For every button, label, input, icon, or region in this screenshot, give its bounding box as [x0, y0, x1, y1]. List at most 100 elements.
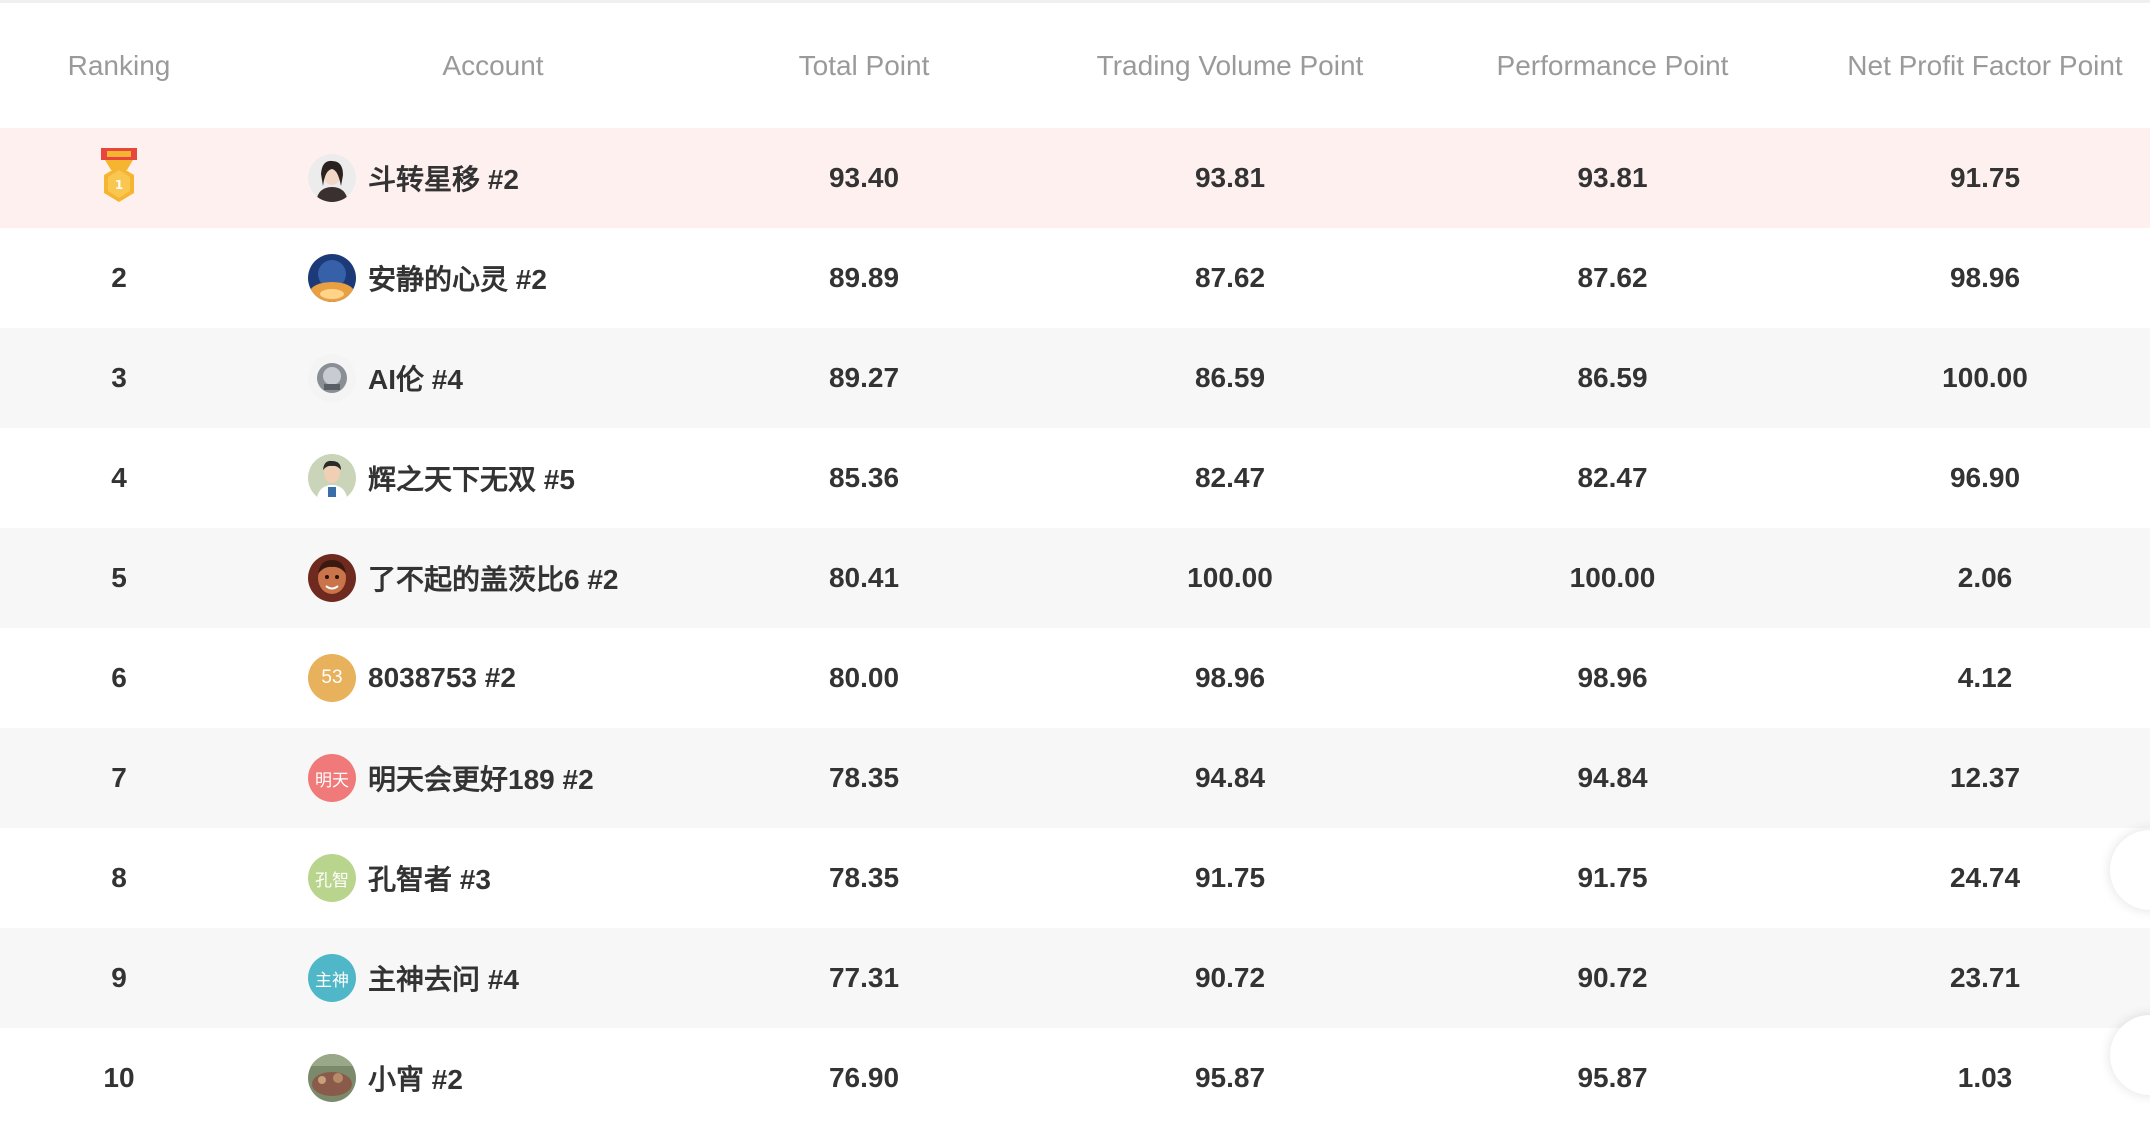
table-row[interactable]: 4 辉之天下无双 #5 85.36 82.47 82.47 96.90: [0, 428, 2150, 528]
account-name: AI伦 #4: [368, 364, 463, 395]
table-row[interactable]: 1 斗转星移 #2 93.40 93.81 93.81 91.75: [0, 128, 2150, 228]
gold-medal-icon: 1: [101, 148, 137, 202]
net-profit-factor-point-cell: 24.74: [1949, 862, 2021, 893]
total-point-cell: 93.40: [828, 162, 900, 193]
photo-avatar-icon: [308, 154, 356, 202]
performance-point-cell: 94.84: [1577, 762, 1648, 793]
table-row[interactable]: 9 主神 主神去问 #4 77.31 90.72 90.72 23.71: [0, 928, 2150, 1028]
text-avatar-icon: 主神: [308, 954, 356, 1002]
account-cell[interactable]: 孔智 孔智者 #3: [238, 828, 748, 928]
account-cell[interactable]: 了不起的盖茨比6 #2: [238, 528, 748, 628]
header-net-profit-factor-point: Net Profit Factor Point: [1847, 49, 2123, 81]
trading-volume-point-cell: 91.75: [1194, 862, 1266, 893]
account-cell[interactable]: 斗转星移 #2: [238, 128, 748, 228]
trading-volume-point-cell: 87.62: [1194, 262, 1266, 293]
total-point-cell: 80.41: [828, 562, 900, 593]
account-name: 辉之天下无双 #5: [368, 464, 575, 495]
performance-point-cell: 82.47: [1577, 462, 1648, 493]
account-cell[interactable]: 辉之天下无双 #5: [238, 428, 748, 528]
net-profit-factor-point-cell: 100.00: [1942, 362, 2028, 393]
table-header: Ranking Account Total Point Trading Volu…: [0, 3, 2150, 128]
account-cell[interactable]: 小宵 #2: [238, 1028, 748, 1128]
table-row[interactable]: 7 明天 明天会更好189 #2 78.35 94.84 94.84 12.37: [0, 728, 2150, 828]
table-row[interactable]: 8 孔智 孔智者 #3 78.35 91.75 91.75 24.74: [0, 828, 2150, 928]
total-point-cell: 77.31: [828, 962, 900, 993]
performance-point-cell: 98.96: [1577, 662, 1648, 693]
photo-avatar-icon: [308, 354, 356, 402]
account-name: 了不起的盖茨比6 #2: [368, 564, 619, 595]
account-name: 明天会更好189 #2: [368, 764, 594, 795]
account-name: 8038753 #2: [368, 662, 516, 693]
net-profit-factor-point-cell: 12.37: [1949, 762, 2021, 793]
net-profit-factor-point-cell: 4.12: [1957, 662, 2013, 693]
performance-point-cell: 93.81: [1577, 162, 1648, 193]
photo-avatar-icon: [308, 554, 356, 602]
rank-cell: 3: [111, 362, 127, 393]
account-name: 小宵 #2: [368, 1064, 463, 1095]
header-total-point: Total Point: [798, 49, 930, 81]
svg-text:1: 1: [115, 178, 123, 192]
performance-point-cell: 90.72: [1577, 962, 1648, 993]
account-name: 孔智者 #3: [368, 864, 491, 895]
text-avatar-icon: 53: [308, 654, 356, 702]
rank-cell: 1: [0, 128, 238, 228]
account-name: 主神去问 #4: [368, 964, 519, 995]
performance-point-cell: 95.87: [1577, 1062, 1648, 1093]
account-cell[interactable]: 主神 主神去问 #4: [238, 928, 748, 1028]
account-name: 斗转星移 #2: [368, 164, 519, 195]
table-row[interactable]: 10 小宵 #2 76.90 95.87 95.87 1.03: [0, 1028, 2150, 1128]
total-point-cell: 89.27: [828, 362, 900, 393]
header-ranking: Ranking: [67, 49, 171, 81]
rank-cell: 5: [111, 562, 127, 593]
total-point-cell: 78.35: [828, 762, 900, 793]
rank-cell: 2: [111, 262, 127, 293]
photo-avatar-icon: [308, 454, 356, 502]
account-cell[interactable]: 明天 明天会更好189 #2: [238, 728, 748, 828]
rank-cell: 9: [111, 962, 127, 993]
trading-volume-point-cell: 86.59: [1194, 362, 1266, 393]
performance-point-cell: 100.00: [1569, 562, 1656, 593]
performance-point-cell: 91.75: [1577, 862, 1648, 893]
net-profit-factor-point-cell: 2.06: [1957, 562, 2013, 593]
account-cell[interactable]: 安静的心灵 #2: [238, 228, 748, 328]
trading-volume-point-cell: 95.87: [1194, 1062, 1266, 1093]
net-profit-factor-point-cell: 1.03: [1957, 1062, 2013, 1093]
trading-volume-point-cell: 82.47: [1194, 462, 1266, 493]
leaderboard-table: Ranking Account Total Point Trading Volu…: [0, 3, 2150, 1128]
photo-avatar-icon: [308, 254, 356, 302]
total-point-cell: 76.90: [828, 1062, 900, 1093]
table-row[interactable]: 3 AI伦 #4 89.27 86.59 86.59 100.00: [0, 328, 2150, 428]
trading-volume-point-cell: 93.81: [1194, 162, 1266, 193]
header-performance-point: Performance Point: [1496, 49, 1729, 81]
net-profit-factor-point-cell: 96.90: [1949, 462, 2021, 493]
leaderboard-page: Ranking Account Total Point Trading Volu…: [0, 0, 2150, 1138]
photo-avatar-icon: [308, 1054, 356, 1102]
rank-cell: 10: [103, 1062, 135, 1093]
net-profit-factor-point-cell: 98.96: [1949, 262, 2021, 293]
performance-point-cell: 87.62: [1577, 262, 1648, 293]
rank-cell: 7: [111, 762, 127, 793]
trading-volume-point-cell: 90.72: [1194, 962, 1266, 993]
rank-cell: 8: [111, 862, 127, 893]
rank-cell: 6: [111, 662, 127, 693]
account-cell[interactable]: AI伦 #4: [238, 328, 748, 428]
total-point-cell: 80.00: [828, 662, 900, 693]
table-row[interactable]: 2 安静的心灵 #2 89.89 87.62 87.62 98.96: [0, 228, 2150, 328]
table-row[interactable]: 6 53 8038753 #2 80.00 98.96 98.96 4.12: [0, 628, 2150, 728]
text-avatar-icon: 明天: [308, 754, 356, 802]
total-point-cell: 78.35: [828, 862, 900, 893]
total-point-cell: 89.89: [828, 262, 900, 293]
performance-point-cell: 86.59: [1577, 362, 1648, 393]
rank-cell: 4: [111, 462, 127, 493]
header-trading-volume-point: Trading Volume Point: [1096, 49, 1364, 81]
account-name: 安静的心灵 #2: [368, 264, 547, 295]
net-profit-factor-point-cell: 91.75: [1949, 162, 2021, 193]
trading-volume-point-cell: 94.84: [1194, 762, 1266, 793]
net-profit-factor-point-cell: 23.71: [1949, 962, 2021, 993]
table-row[interactable]: 5 了不起的盖茨比6 #2 80.41 100.00 100.00 2.06: [0, 528, 2150, 628]
total-point-cell: 85.36: [828, 462, 900, 493]
header-account: Account: [442, 49, 544, 81]
account-cell[interactable]: 53 8038753 #2: [238, 628, 748, 728]
text-avatar-icon: 孔智: [308, 854, 356, 902]
trading-volume-point-cell: 100.00: [1187, 562, 1273, 593]
